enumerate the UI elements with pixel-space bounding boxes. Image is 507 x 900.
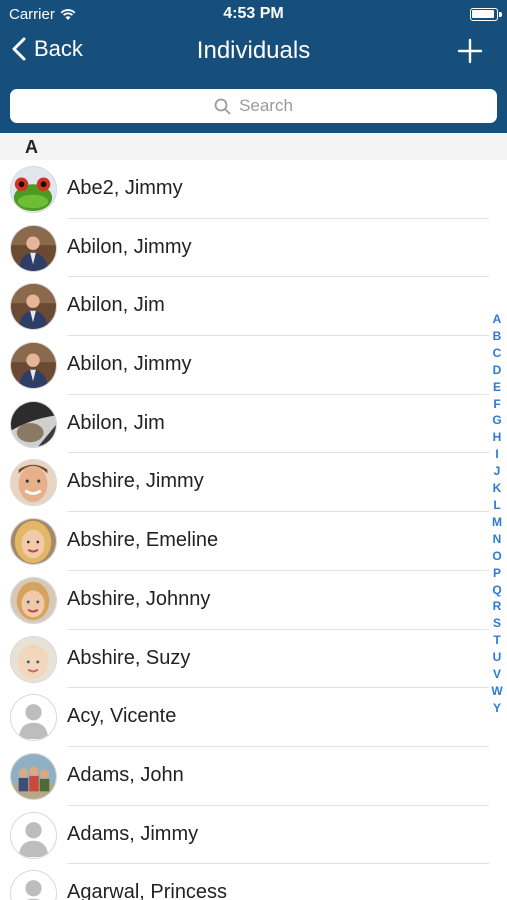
contact-row[interactable]: Abshire, Jimmy — [0, 453, 507, 512]
contact-name: Abshire, Emeline — [67, 529, 219, 552]
contact-row[interactable]: Abshire, Suzy — [0, 630, 507, 689]
clock: 4:53 PM — [223, 5, 284, 22]
search-placeholder: Search — [239, 96, 293, 115]
avatar — [10, 635, 57, 683]
index-letter[interactable]: A — [493, 311, 502, 328]
index-letter[interactable]: Q — [492, 582, 501, 599]
index-letter[interactable]: T — [493, 632, 500, 649]
index-letter[interactable]: P — [493, 565, 501, 582]
index-letter[interactable]: S — [493, 615, 501, 632]
avatar — [10, 459, 57, 507]
index-letter[interactable]: M — [492, 514, 502, 531]
contact-name: Abshire, Johnny — [67, 587, 211, 610]
section-header: A — [0, 133, 507, 160]
contact-row[interactable]: Abshire, Emeline — [0, 512, 507, 571]
avatar — [10, 224, 57, 272]
contact-row[interactable]: Abe2, Jimmy — [0, 160, 507, 219]
contact-name: Abilon, Jim — [67, 294, 165, 317]
contact-name: Acy, Vicente — [67, 705, 177, 728]
index-letter[interactable]: V — [493, 666, 501, 683]
index-letter[interactable]: N — [493, 531, 502, 548]
index-letter[interactable]: I — [495, 446, 498, 463]
avatar — [10, 342, 57, 390]
avatar-placeholder-icon — [10, 694, 57, 742]
contact-name: Adams, Jimmy — [67, 822, 199, 845]
index-letter[interactable]: G — [492, 412, 501, 429]
index-letter[interactable]: R — [493, 598, 502, 615]
contact-name: Adams, John — [67, 763, 184, 786]
avatar — [10, 400, 57, 448]
avatar-placeholder-icon — [10, 870, 57, 900]
search-field[interactable]: Search — [10, 89, 497, 123]
index-letter[interactable]: W — [491, 683, 502, 700]
index-letter[interactable]: L — [493, 497, 500, 514]
contact-name: Abilon, Jim — [67, 411, 165, 434]
contact-name: Abe2, Jimmy — [67, 177, 183, 199]
navigation-bar: Back Individuals — [0, 28, 507, 76]
plus-icon — [457, 38, 483, 64]
header: Carrier 4:53 PM Back Individuals Search — [0, 0, 507, 133]
contact-name: Agarwal, Princess — [67, 881, 228, 900]
index-letter[interactable]: B — [493, 328, 502, 345]
contact-row[interactable]: Abilon, Jim — [0, 395, 507, 454]
avatar-placeholder-icon — [10, 811, 57, 859]
avatar — [10, 752, 57, 800]
index-letter[interactable]: K — [493, 480, 502, 497]
contact-row[interactable]: Adams, John — [0, 747, 507, 806]
index-letter[interactable]: U — [493, 649, 502, 666]
search-icon — [214, 98, 231, 114]
contact-row[interactable]: Abilon, Jim — [0, 277, 507, 336]
index-letter[interactable]: E — [493, 379, 501, 396]
avatar — [10, 283, 57, 331]
index-letter[interactable]: C — [493, 345, 502, 362]
avatar — [10, 166, 57, 213]
contact-name: Abilon, Jimmy — [67, 235, 192, 258]
contact-row[interactable]: Abshire, Johnny — [0, 571, 507, 630]
index-letter[interactable]: H — [493, 429, 502, 446]
page-title: Individuals — [196, 37, 311, 64]
battery-icon — [470, 8, 502, 21]
alphabet-index[interactable]: ABCDEFGHIJKLMNOPQRSTUVWY — [489, 311, 505, 717]
contact-name: Abshire, Suzy — [67, 646, 191, 669]
avatar — [10, 576, 57, 624]
section-letter: A — [25, 137, 38, 157]
index-letter[interactable]: O — [492, 548, 501, 565]
status-bar: Carrier 4:53 PM — [0, 0, 507, 28]
index-letter[interactable]: J — [494, 463, 501, 480]
contact-name: Abshire, Jimmy — [67, 470, 204, 493]
contact-row[interactable]: Abilon, Jimmy — [0, 336, 507, 395]
contact-list: Abe2, Jimmy Abilon, Jimmy Abilon, Jim Abilo… — [0, 160, 507, 900]
index-letter[interactable]: D — [493, 362, 502, 379]
index-letter[interactable]: F — [493, 396, 500, 413]
contact-row[interactable]: Adams, Jimmy — [0, 806, 507, 865]
add-button[interactable] — [453, 34, 487, 68]
contact-row[interactable]: Acy, Vicente — [0, 688, 507, 747]
contact-row[interactable]: Agarwal, Princess — [0, 864, 507, 900]
contact-name: Abilon, Jimmy — [67, 353, 192, 376]
avatar — [10, 518, 57, 566]
contact-row[interactable]: Abilon, Jimmy — [0, 219, 507, 278]
index-letter[interactable]: Y — [493, 700, 501, 717]
